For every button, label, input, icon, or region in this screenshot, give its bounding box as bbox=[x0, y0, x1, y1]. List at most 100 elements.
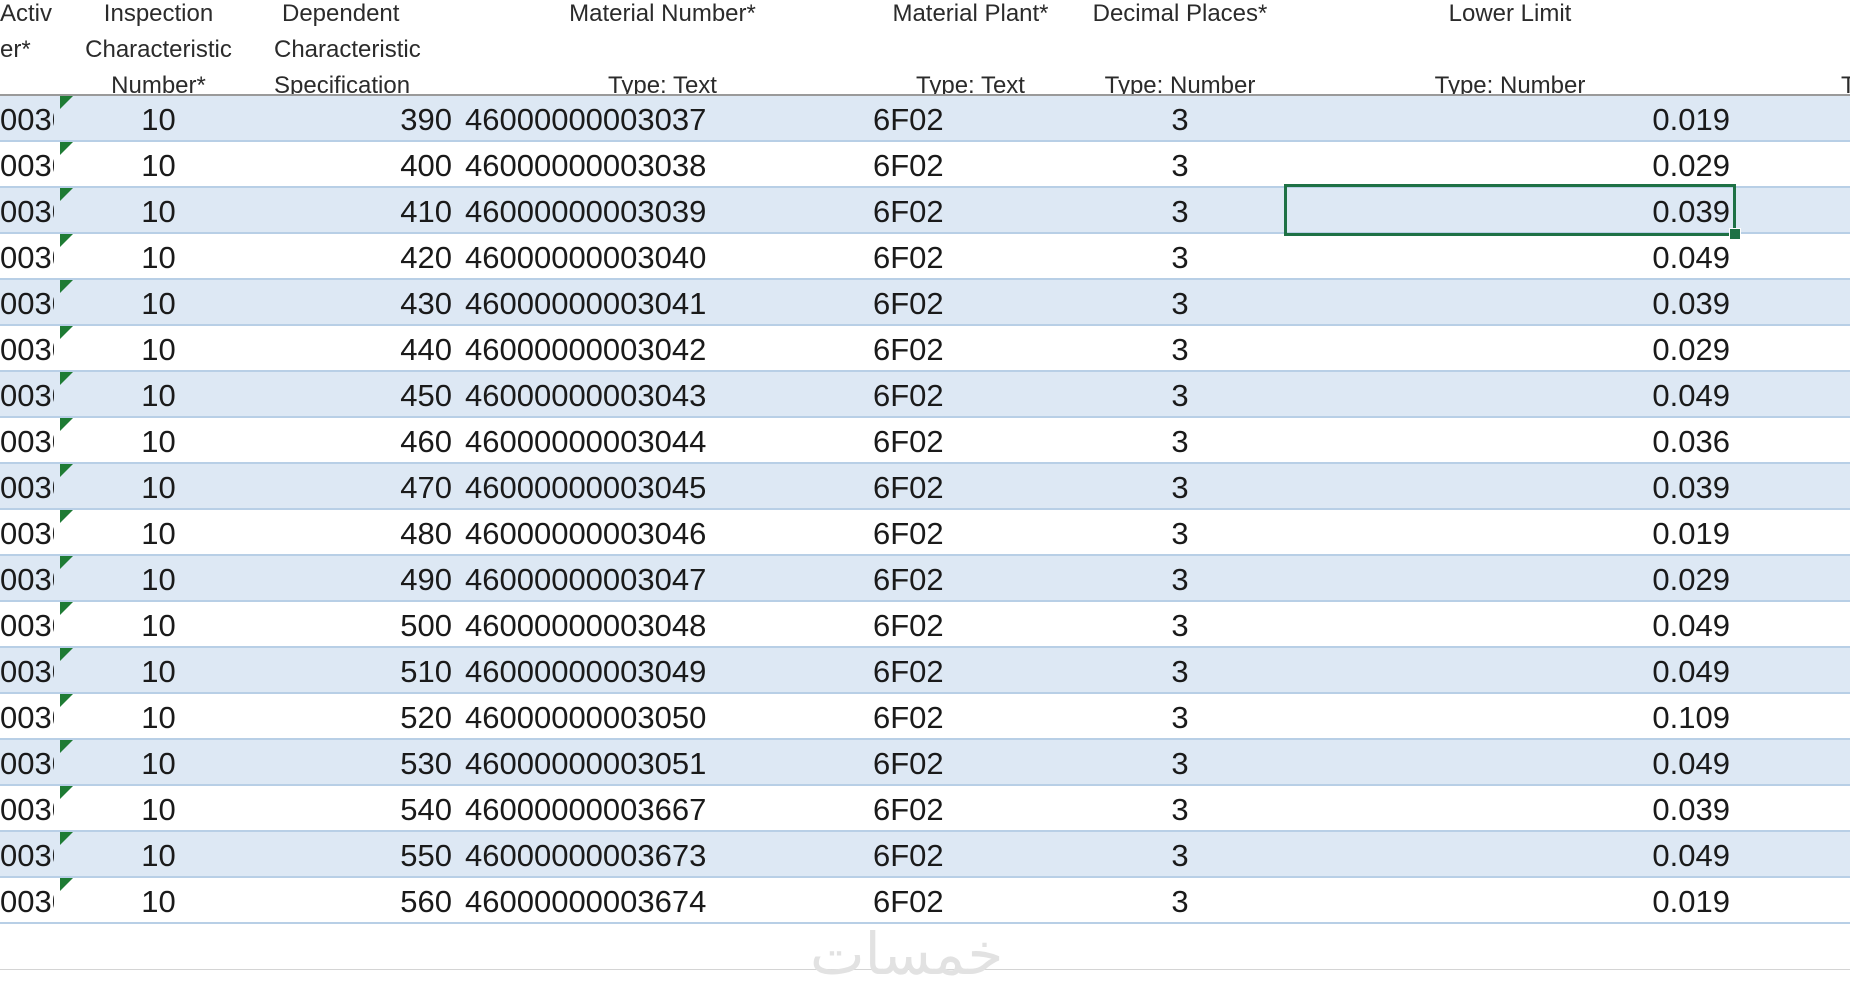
cell-material-number[interactable]: 46000000003042 bbox=[465, 326, 865, 370]
cell-lower-limit[interactable]: 0.049 bbox=[1286, 740, 1730, 784]
cell-material-number[interactable]: 46000000003673 bbox=[465, 832, 865, 876]
cell-inspection-characteristic[interactable]: 10 bbox=[60, 648, 257, 692]
cell-activity[interactable]: 0030 bbox=[0, 234, 54, 278]
cell-inspection-characteristic[interactable]: 10 bbox=[60, 234, 257, 278]
cell-material-plant[interactable]: 6F02 bbox=[873, 694, 1073, 738]
error-indicator-icon[interactable] bbox=[60, 280, 73, 293]
cell-decimal-places[interactable]: 3 bbox=[1075, 648, 1285, 692]
cell-decimal-places[interactable]: 3 bbox=[1075, 234, 1285, 278]
cell-lower-limit[interactable]: 0.049 bbox=[1286, 372, 1730, 416]
cell-decimal-places[interactable]: 3 bbox=[1075, 556, 1285, 600]
cell-inspection-characteristic[interactable]: 10 bbox=[60, 694, 257, 738]
cell-lower-limit[interactable]: 0.049 bbox=[1286, 602, 1730, 646]
cell-inspection-characteristic[interactable]: 10 bbox=[60, 556, 257, 600]
cell-dependent-characteristic[interactable]: 490 bbox=[258, 556, 452, 600]
cell-activity[interactable]: 0030 bbox=[0, 280, 54, 324]
cell-decimal-places[interactable]: 3 bbox=[1075, 602, 1285, 646]
cell-material-number[interactable]: 46000000003038 bbox=[465, 142, 865, 186]
cell-decimal-places[interactable]: 3 bbox=[1075, 510, 1285, 554]
cell-activity[interactable]: 0030 bbox=[0, 188, 54, 232]
cell-material-number[interactable]: 46000000003037 bbox=[465, 96, 865, 140]
cell-dependent-characteristic[interactable]: 480 bbox=[258, 510, 452, 554]
cell-activity[interactable]: 0030 bbox=[0, 602, 54, 646]
cell-material-plant[interactable]: 6F02 bbox=[873, 142, 1073, 186]
header-lower-limit[interactable]: Lower Limit Type: Number bbox=[1286, 0, 1734, 94]
error-indicator-icon[interactable] bbox=[60, 464, 73, 477]
cell-material-number[interactable]: 46000000003051 bbox=[465, 740, 865, 784]
error-indicator-icon[interactable] bbox=[60, 648, 73, 661]
cell-inspection-characteristic[interactable]: 10 bbox=[60, 188, 257, 232]
cell-lower-limit[interactable]: 0.039 bbox=[1286, 464, 1730, 508]
cell-dependent-characteristic[interactable]: 500 bbox=[258, 602, 452, 646]
cell-activity[interactable]: 0030 bbox=[0, 556, 54, 600]
cell-dependent-characteristic[interactable]: 460 bbox=[258, 418, 452, 462]
cell-material-number[interactable]: 46000000003674 bbox=[465, 878, 865, 922]
cell-inspection-characteristic[interactable]: 10 bbox=[60, 510, 257, 554]
cell-dependent-characteristic[interactable]: 540 bbox=[258, 786, 452, 830]
cell-inspection-characteristic[interactable]: 10 bbox=[60, 418, 257, 462]
cell-material-plant[interactable]: 6F02 bbox=[873, 326, 1073, 370]
error-indicator-icon[interactable] bbox=[60, 832, 73, 845]
cell-decimal-places[interactable]: 3 bbox=[1075, 372, 1285, 416]
cell-material-plant[interactable]: 6F02 bbox=[873, 372, 1073, 416]
cell-material-plant[interactable]: 6F02 bbox=[873, 556, 1073, 600]
header-dependent-characteristic[interactable]: Dependent Characteristic Specification bbox=[258, 0, 458, 94]
cell-lower-limit[interactable]: 0.019 bbox=[1286, 510, 1730, 554]
cell-activity[interactable]: 0030 bbox=[0, 878, 54, 922]
cell-activity[interactable]: 0030 bbox=[0, 832, 54, 876]
cell-decimal-places[interactable]: 3 bbox=[1075, 694, 1285, 738]
cell-lower-limit[interactable]: 0.036 bbox=[1286, 418, 1730, 462]
error-indicator-icon[interactable] bbox=[60, 786, 73, 799]
cell-activity[interactable]: 0030 bbox=[0, 510, 54, 554]
cell-lower-limit[interactable]: 0.039 bbox=[1286, 280, 1730, 324]
cell-lower-limit[interactable]: 0.019 bbox=[1286, 878, 1730, 922]
cell-material-plant[interactable]: 6F02 bbox=[873, 878, 1073, 922]
cell-activity[interactable]: 0030 bbox=[0, 786, 54, 830]
cell-decimal-places[interactable]: 3 bbox=[1075, 464, 1285, 508]
header-activity[interactable]: Activ er* bbox=[0, 0, 59, 94]
cell-material-number[interactable]: 46000000003039 bbox=[465, 188, 865, 232]
cell-dependent-characteristic[interactable]: 400 bbox=[258, 142, 452, 186]
cell-material-plant[interactable]: 6F02 bbox=[873, 740, 1073, 784]
cell-material-plant[interactable]: 6F02 bbox=[873, 188, 1073, 232]
cell-dependent-characteristic[interactable]: 420 bbox=[258, 234, 452, 278]
cell-dependent-characteristic[interactable]: 410 bbox=[258, 188, 452, 232]
cell-lower-limit[interactable]: 0.029 bbox=[1286, 142, 1730, 186]
cell-activity[interactable]: 0030 bbox=[0, 648, 54, 692]
cell-material-plant[interactable]: 6F02 bbox=[873, 602, 1073, 646]
cell-decimal-places[interactable]: 3 bbox=[1075, 142, 1285, 186]
cell-activity[interactable]: 0030 bbox=[0, 142, 54, 186]
cell-lower-limit[interactable]: 0.019 bbox=[1286, 96, 1730, 140]
header-material-number[interactable]: Material Number* Type: Text bbox=[459, 0, 866, 94]
cell-material-plant[interactable]: 6F02 bbox=[873, 832, 1073, 876]
cell-inspection-characteristic[interactable]: 10 bbox=[60, 878, 257, 922]
error-indicator-icon[interactable] bbox=[60, 602, 73, 615]
cell-material-plant[interactable]: 6F02 bbox=[873, 786, 1073, 830]
cell-material-plant[interactable]: 6F02 bbox=[873, 418, 1073, 462]
cell-dependent-characteristic[interactable]: 560 bbox=[258, 878, 452, 922]
cell-lower-limit[interactable]: 0.029 bbox=[1286, 326, 1730, 370]
fill-handle[interactable] bbox=[1729, 228, 1741, 240]
error-indicator-icon[interactable] bbox=[60, 556, 73, 569]
cell-material-number[interactable]: 46000000003046 bbox=[465, 510, 865, 554]
cell-material-plant[interactable]: 6F02 bbox=[873, 280, 1073, 324]
cell-inspection-characteristic[interactable]: 10 bbox=[60, 740, 257, 784]
cell-activity[interactable]: 0030 bbox=[0, 326, 54, 370]
header-material-plant[interactable]: Material Plant* Type: Text bbox=[867, 0, 1074, 94]
cell-decimal-places[interactable]: 3 bbox=[1075, 188, 1285, 232]
cell-dependent-characteristic[interactable]: 530 bbox=[258, 740, 452, 784]
cell-material-plant[interactable]: 6F02 bbox=[873, 96, 1073, 140]
cell-activity[interactable]: 0030 bbox=[0, 372, 54, 416]
cell-material-number[interactable]: 46000000003040 bbox=[465, 234, 865, 278]
cell-inspection-characteristic[interactable]: 10 bbox=[60, 326, 257, 370]
cell-lower-limit[interactable]: 0.109 bbox=[1286, 694, 1730, 738]
cell-dependent-characteristic[interactable]: 510 bbox=[258, 648, 452, 692]
cell-material-plant[interactable]: 6F02 bbox=[873, 464, 1073, 508]
cell-inspection-characteristic[interactable]: 10 bbox=[60, 142, 257, 186]
cell-decimal-places[interactable]: 3 bbox=[1075, 878, 1285, 922]
cell-inspection-characteristic[interactable]: 10 bbox=[60, 96, 257, 140]
error-indicator-icon[interactable] bbox=[60, 234, 73, 247]
cell-material-number[interactable]: 46000000003048 bbox=[465, 602, 865, 646]
cell-material-number[interactable]: 46000000003044 bbox=[465, 418, 865, 462]
cell-inspection-characteristic[interactable]: 10 bbox=[60, 280, 257, 324]
